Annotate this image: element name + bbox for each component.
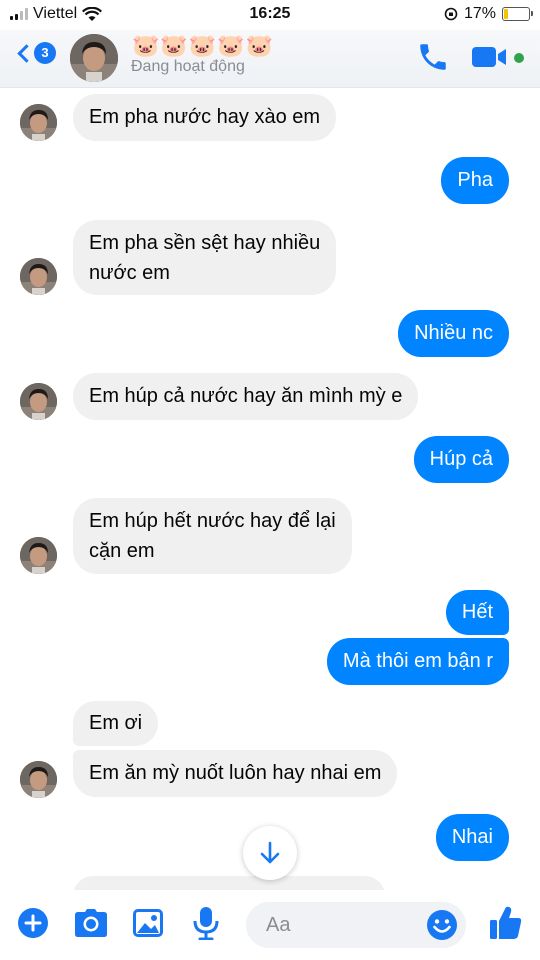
battery-percent: 17% xyxy=(463,5,496,22)
message-incoming[interactable]: Em húp hết nước hay để lại cặn em xyxy=(73,498,352,574)
message-outgoing[interactable]: Nhai xyxy=(435,814,509,861)
status-right: 17% xyxy=(444,5,533,23)
battery-level xyxy=(504,9,509,19)
thumbs-up-icon xyxy=(490,906,522,939)
message-incoming[interactable]: Em húp cả nước hay ăn mình mỳ e xyxy=(73,373,419,420)
emoji-icon[interactable] xyxy=(426,909,458,941)
avatar-photo xyxy=(70,34,118,82)
voice-button[interactable] xyxy=(189,906,223,940)
contact-avatar[interactable] xyxy=(70,34,118,82)
conversation-header: 3 🐷🐷🐷🐷🐷 Đang hoạt động xyxy=(0,30,540,88)
active-status: Đang hoạt động xyxy=(131,58,245,75)
message-outgoing[interactable]: Mà thôi em bận r xyxy=(326,638,509,685)
message-incoming[interactable]: Em pha sền sệt hay nhiều nước em xyxy=(73,220,337,295)
phone-icon[interactable] xyxy=(416,40,450,74)
message-incoming[interactable]: Em ơi xyxy=(73,701,159,746)
sender-avatar xyxy=(20,383,57,420)
video-camera-icon[interactable] xyxy=(470,42,508,72)
sender-avatar xyxy=(20,258,57,295)
rotation-lock-icon xyxy=(444,7,458,21)
sender-avatar xyxy=(20,761,57,798)
message-outgoing[interactable]: Nhiều nc xyxy=(398,310,509,357)
message-outgoing[interactable]: Hết xyxy=(445,590,509,635)
status-bar: Viettel 16:25 17% xyxy=(0,0,540,30)
microphone-icon xyxy=(193,907,219,940)
plus-icon xyxy=(18,908,48,938)
camera-icon xyxy=(75,909,107,937)
camera-button[interactable] xyxy=(74,906,108,940)
sender-avatar xyxy=(20,537,57,574)
composer-bar xyxy=(0,890,540,960)
message-incoming[interactable]: Em ăn mỳ nuốt luôn hay nhai em xyxy=(73,750,398,797)
contact-name: 🐷🐷🐷🐷🐷 xyxy=(132,33,274,58)
back-button[interactable]: 3 xyxy=(14,42,56,64)
like-button[interactable] xyxy=(488,904,524,942)
unread-badge: 3 xyxy=(34,42,56,64)
plus-button[interactable] xyxy=(16,906,50,940)
message-incoming-partial[interactable] xyxy=(73,876,385,890)
battery-icon xyxy=(502,7,533,21)
back-chevron-icon xyxy=(17,43,36,63)
online-indicator xyxy=(514,53,524,63)
image-icon xyxy=(133,909,163,937)
message-incoming[interactable]: Em pha nước hay xào em xyxy=(73,94,337,141)
message-outgoing[interactable]: Pha xyxy=(441,157,509,204)
scroll-to-bottom-button[interactable] xyxy=(243,826,297,880)
message-outgoing[interactable]: Húp cả xyxy=(413,436,509,483)
gallery-button[interactable] xyxy=(131,906,165,940)
message-list[interactable]: Em pha nước hay xào em Pha Em pha sền sệ… xyxy=(0,88,540,890)
sender-avatar xyxy=(20,104,57,141)
arrow-down-icon xyxy=(260,841,280,864)
